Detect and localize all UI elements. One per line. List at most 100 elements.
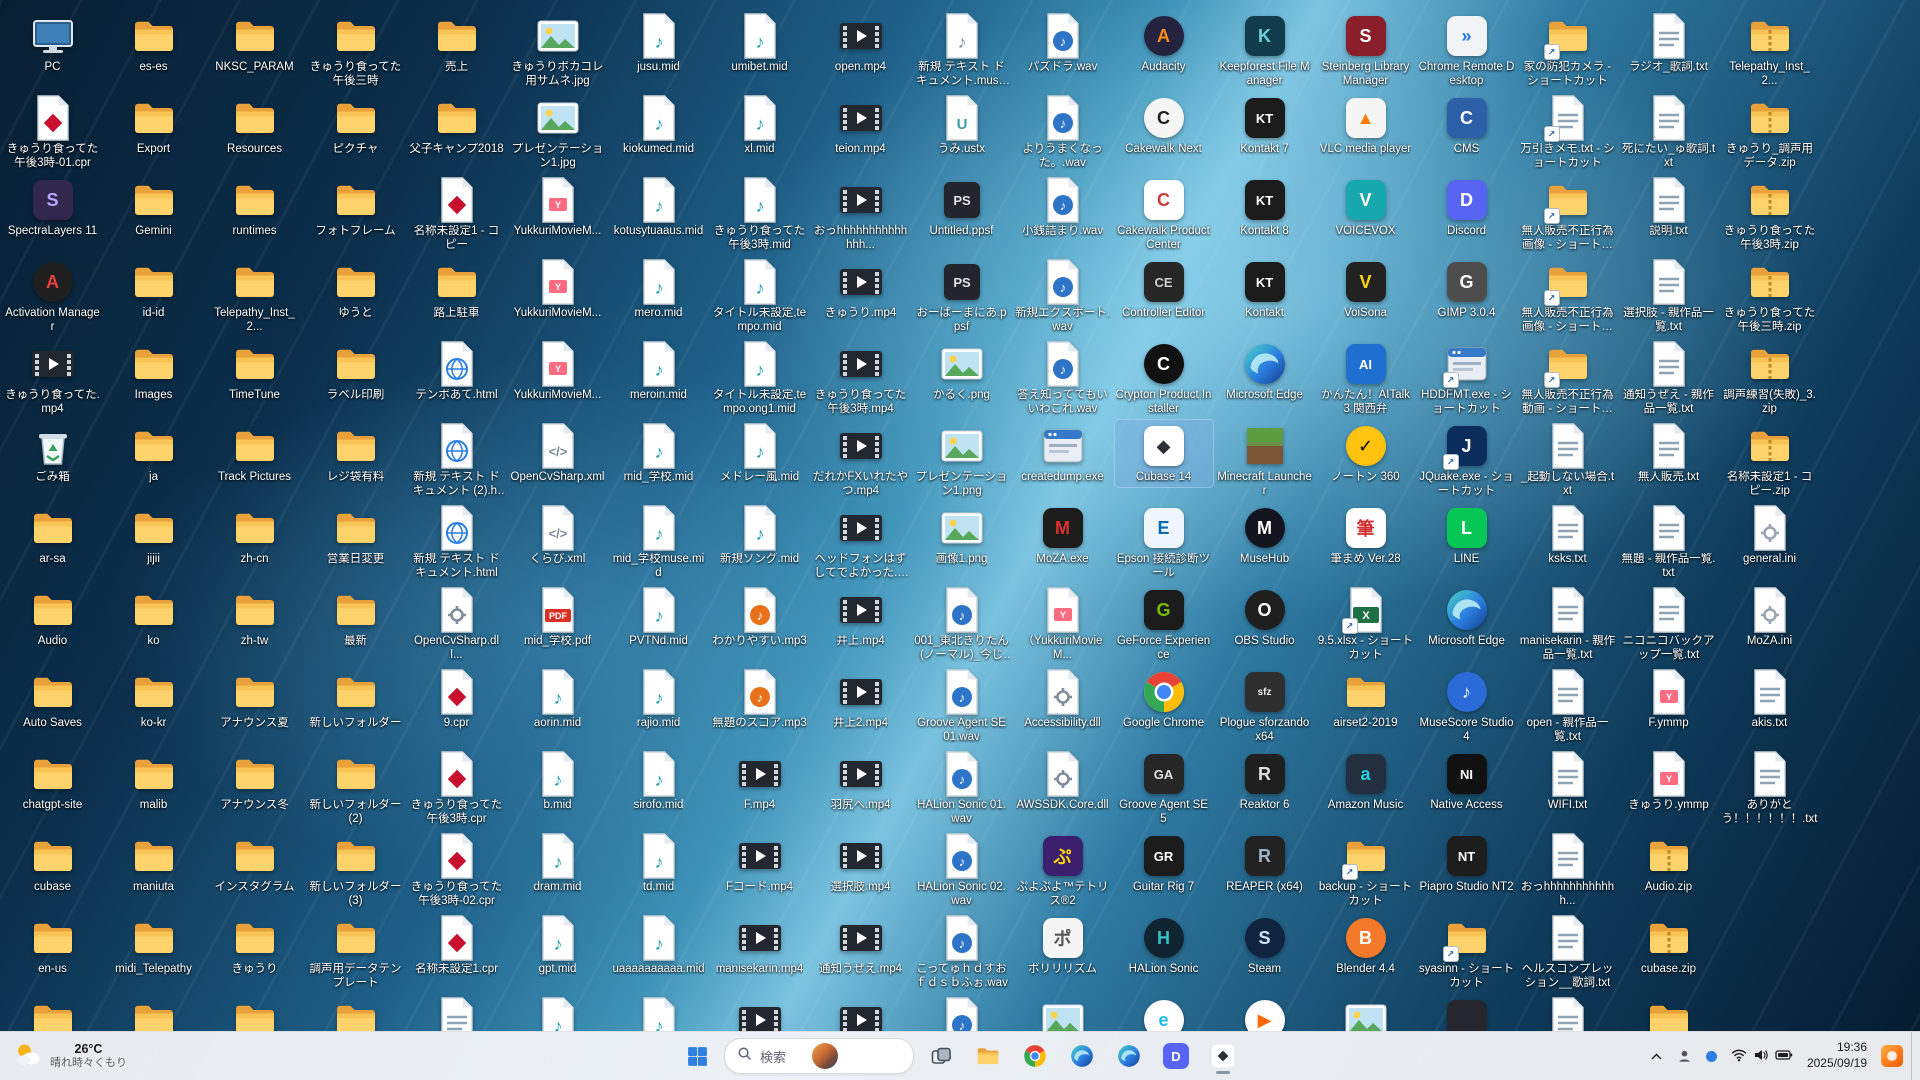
taskbar-cubase[interactable]: [1203, 1036, 1243, 1076]
desktop-icon[interactable]: ♪uaaaaaaaaaa.mid: [610, 912, 708, 979]
desktop-icon[interactable]: 調声練習(失敗)_3.zip: [1721, 338, 1819, 418]
desktop-icon[interactable]: だれかFXいれたやつ.mp4: [812, 420, 910, 500]
desktop-icon[interactable]: CCMS: [1418, 92, 1516, 159]
desktop-icon[interactable]: OpenCvSharp.dll...: [408, 584, 506, 664]
desktop-icon[interactable]: Microsoft Edge: [1216, 338, 1314, 405]
desktop-icon[interactable]: ♪タイトル未設定,tempo.ong1.mid: [711, 338, 809, 418]
desktop-icon[interactable]: maniuta: [105, 830, 203, 897]
desktop-icon[interactable]: zh-cn: [206, 502, 304, 569]
desktop-icon[interactable]: ko: [105, 584, 203, 651]
desktop-icon[interactable]: ♪aorin.mid: [509, 666, 607, 733]
desktop-icon[interactable]: ✓ノートン 360: [1317, 420, 1415, 487]
desktop-icon[interactable]: ksks.txt: [1519, 502, 1617, 569]
desktop-icon[interactable]: 通知うぜえ - 親作品一覧.txt: [1620, 338, 1718, 418]
desktop-icon[interactable]: 営業日変更: [307, 502, 405, 569]
taskbar-file-explorer[interactable]: [968, 1036, 1008, 1076]
tray-people-icon[interactable]: [1671, 1037, 1698, 1075]
desktop-icon[interactable]: backup - ショートカット: [1317, 830, 1415, 910]
desktop-icon[interactable]: 家の防犯カメラ - ショートカット: [1519, 10, 1617, 90]
desktop-icon[interactable]: ja: [105, 420, 203, 487]
desktop-icon[interactable]: きゅうり食ってた午後3時-02.cpr: [408, 830, 506, 910]
clock[interactable]: 19:36 2025/09/19: [1801, 1037, 1873, 1075]
desktop-icon[interactable]: YF.ymmp: [1620, 666, 1718, 733]
desktop-icon[interactable]: createdump.exe: [1014, 420, 1112, 487]
desktop-icon[interactable]: aAmazon Music: [1317, 748, 1415, 815]
desktop-icon[interactable]: ♪001_東北きりたん(ノーマル)_今じゃ...: [913, 584, 1011, 664]
desktop-icon[interactable]: EEpson 接続診断ツール: [1115, 502, 1213, 582]
taskbar-chrome[interactable]: [1015, 1036, 1055, 1076]
desktop-icon[interactable]: teion.mp4: [812, 92, 910, 159]
desktop-icon[interactable]: MoZA.ini: [1721, 584, 1819, 651]
network-volume-battery[interactable]: [1725, 1037, 1799, 1075]
desktop-icon[interactable]: レジ袋有料: [307, 420, 405, 487]
desktop-icon[interactable]: GAGroove Agent SE 5: [1115, 748, 1213, 828]
desktop-icon[interactable]: »Chrome Remote Desktop: [1418, 10, 1516, 90]
search-box[interactable]: 検索: [724, 1038, 914, 1074]
desktop-icon[interactable]: テンポあて.html: [408, 338, 506, 405]
desktop-icon[interactable]: 無人販売不正行為画像 - ショートカット: [1519, 256, 1617, 336]
desktop-icon[interactable]: アナウンス冬: [206, 748, 304, 815]
desktop-icon[interactable]: SSteam: [1216, 912, 1314, 979]
desktop-icon[interactable]: プレゼンテーション1.png: [913, 420, 1011, 500]
desktop-icon[interactable]: AWSSDK.Core.dll: [1014, 748, 1112, 815]
desktop-icon[interactable]: きゅうり食ってた午後3時-01.cpr: [4, 92, 102, 172]
desktop-icon[interactable]: jijii: [105, 502, 203, 569]
desktop-icon[interactable]: JJQuake.exe - ショートカット: [1418, 420, 1516, 500]
desktop-icon[interactable]: YYukkuriMovieM...: [509, 338, 607, 405]
desktop-icon[interactable]: KTKontakt 8: [1216, 174, 1314, 241]
desktop-icon[interactable]: ♪MuseScore Studio 4: [1418, 666, 1516, 746]
desktop-icon[interactable]: おっhhhhhhhhhhhhhh...: [812, 174, 910, 254]
desktop-icon[interactable]: KTKontakt 7: [1216, 92, 1314, 159]
desktop-icon[interactable]: RReaktor 6: [1216, 748, 1314, 815]
desktop-icon[interactable]: ヘルスコンプレッション__歌詞.txt: [1519, 912, 1617, 992]
start-button[interactable]: [677, 1036, 717, 1076]
desktop-icon[interactable]: ♪パズドラ.wav: [1014, 10, 1112, 77]
desktop-icon[interactable]: KKeepforest File Manager: [1216, 10, 1314, 90]
desktop-icon[interactable]: 名称未設定1 - コピー: [408, 174, 506, 254]
weather-widget[interactable]: 26°C 晴れ時々くもり: [4, 1035, 137, 1077]
desktop-icon[interactable]: OOBS Studio: [1216, 584, 1314, 651]
desktop-icon[interactable]: 調声用データテンプレート: [307, 912, 405, 992]
hidden-icons-chevron[interactable]: [1644, 1037, 1669, 1075]
desktop-icon[interactable]: manisekarin - 親作品一覧.txt: [1519, 584, 1617, 664]
desktop-icon[interactable]: ♪b.mid: [509, 748, 607, 815]
desktop-icon[interactable]: ♪こってゅｈｄすおｆｄｓｂふぉ.wav: [913, 912, 1011, 992]
desktop-icon[interactable]: Audio.zip: [1620, 830, 1718, 897]
desktop-icon[interactable]: CCakewalk Next: [1115, 92, 1213, 159]
desktop-icon[interactable]: ヘッドフォンはずしてでよかった.mp4: [812, 502, 910, 582]
desktop-icon[interactable]: 万引きメモ.txt - ショートカット: [1519, 92, 1617, 172]
desktop-icon[interactable]: WIFI.txt: [1519, 748, 1617, 815]
desktop-icon[interactable]: e: [1115, 994, 1213, 1032]
desktop-icon[interactable]: NTPiapro Studio NT2: [1418, 830, 1516, 897]
desktop-icon[interactable]: 新しいフォルダー: [307, 666, 405, 733]
desktop-icon[interactable]: F.mp4: [711, 748, 809, 815]
desktop-icon[interactable]: ♪新規ソング.mid: [711, 502, 809, 569]
desktop-icon[interactable]: malib: [105, 748, 203, 815]
desktop-icon[interactable]: ♪メドレー風.mid: [711, 420, 809, 487]
desktop-icon[interactable]: VVOICEVOX: [1317, 174, 1415, 241]
desktop-icon[interactable]: MMuseHub: [1216, 502, 1314, 569]
desktop-icon[interactable]: ♪: [610, 994, 708, 1032]
search-highlight-image[interactable]: [812, 1043, 838, 1069]
desktop-icon[interactable]: ゆうと: [307, 256, 405, 323]
desktop-icon[interactable]: AActivation Manager: [4, 256, 102, 336]
desktop-icon[interactable]: GGeForce Experience: [1115, 584, 1213, 664]
desktop-icon[interactable]: 無人販売不正行為動画 - ショートカット: [1519, 338, 1617, 418]
desktop-icon[interactable]: 選択肢 - 親作品一覧.txt: [1620, 256, 1718, 336]
desktop-icon[interactable]: ▶: [1216, 994, 1314, 1032]
desktop-icon[interactable]: アナウンス夏: [206, 666, 304, 733]
desktop-icon[interactable]: 無人販売不正行為画像 - ショートカッ...: [1519, 174, 1617, 254]
desktop-icon[interactable]: ♪HALion Sonic 02.wav: [913, 830, 1011, 910]
desktop-icon[interactable]: LLINE: [1418, 502, 1516, 569]
taskbar-edge[interactable]: [1062, 1036, 1102, 1076]
desktop-icon[interactable]: ♪mid_学校muse.mid: [610, 502, 708, 582]
desktop-icon[interactable]: PDFmid_学校.pdf: [509, 584, 607, 651]
desktop-icon[interactable]: 画像1.png: [913, 502, 1011, 569]
desktop-icon[interactable]: RREAPER (x64): [1216, 830, 1314, 897]
desktop-icon[interactable]: ♪kotusytuaaus.mid: [610, 174, 708, 241]
desktop-icon[interactable]: Gemini: [105, 174, 203, 241]
desktop-icon[interactable]: きゅうり食ってた午後三時.zip: [1721, 256, 1819, 336]
desktop-icon[interactable]: AAudacity: [1115, 10, 1213, 77]
desktop-icon[interactable]: CEController Editor: [1115, 256, 1213, 323]
desktop-icon[interactable]: Telepathy_Inst_2...: [1721, 10, 1819, 90]
